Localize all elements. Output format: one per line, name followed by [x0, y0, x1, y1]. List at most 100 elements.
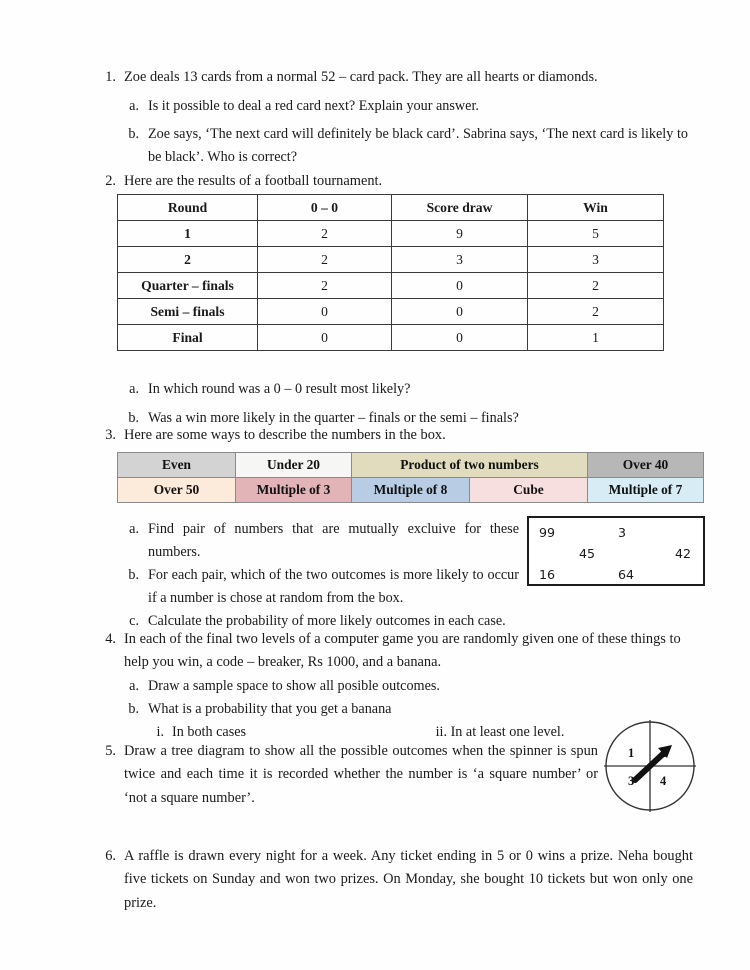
descriptor-cube: Cube	[469, 477, 588, 503]
cell-score-draw: 0	[391, 324, 528, 351]
question-3-stem-row: 3. Here are some ways to describe the nu…	[98, 424, 688, 447]
cell-zero-zero: 0	[257, 324, 392, 351]
question-1-stem-row: 1. Zoe deals 13 cards from a normal 52 –…	[98, 66, 688, 89]
column-header-score-draw: Score draw	[391, 194, 528, 221]
cell-round: 2	[117, 246, 258, 273]
question-6-number: 6.	[105, 848, 116, 864]
table-row: 2 2 3 3	[117, 246, 664, 273]
cell-win: 1	[527, 324, 664, 351]
cell-round: Final	[117, 324, 258, 351]
question-4-stem-row: 4. In each of the final two levels of a …	[98, 628, 698, 675]
cell-zero-zero: 2	[257, 220, 392, 247]
question-2-stem-row: 2. Here are the results of a football to…	[98, 170, 688, 193]
question-1-sub-b-text: Zoe says, ‘The next card will definitely…	[148, 126, 688, 166]
cell-score-draw: 3	[391, 246, 528, 273]
number-value: 45	[579, 546, 596, 561]
question-1-sub-a-label: a.	[129, 98, 139, 115]
question-1: 1. Zoe deals 13 cards from a normal 52 –…	[98, 66, 688, 169]
descriptor-over-50: Over 50	[117, 477, 236, 503]
column-header-zero-zero: 0 – 0	[257, 194, 392, 221]
number-value: 3	[618, 525, 627, 540]
question-3-stem: Here are some ways to describe the numbe…	[124, 427, 446, 443]
question-3-sub-a-text: Find pair of numbers that are mutually e…	[148, 521, 519, 560]
question-6-stem: A raffle is drawn every night for a week…	[124, 848, 693, 911]
question-3-number: 3.	[105, 427, 116, 443]
question-6: 6. A raffle is drawn every night for a w…	[98, 845, 693, 915]
cell-score-draw: 0	[391, 298, 528, 325]
question-4-sub-a-text: Draw a sample space to show all posible …	[148, 677, 440, 694]
spinner-icon	[604, 720, 696, 812]
spinner-segment-label: 1	[628, 746, 635, 760]
cell-zero-zero: 2	[257, 246, 392, 273]
question-2-sub-a-label: a.	[129, 381, 139, 397]
question-1-stem: Zoe deals 13 cards from a normal 52 – ca…	[124, 69, 598, 85]
number-value: 16	[539, 567, 556, 582]
cell-zero-zero: 2	[257, 272, 392, 299]
descriptor-even: Even	[117, 452, 236, 478]
cell-score-draw: 0	[391, 272, 528, 299]
table-row: Semi – finals 0 0 2	[117, 298, 664, 325]
cell-win: 2	[527, 298, 664, 325]
spinner-segment-label: 4	[660, 774, 667, 788]
question-2-sub-a: a. In which round was a 0 – 0 result mos…	[124, 378, 684, 401]
cell-win: 5	[527, 220, 664, 247]
column-header-round: Round	[117, 194, 258, 221]
question-2-sub-a-text: In which round was a 0 – 0 result most l…	[148, 381, 411, 397]
number-value: 99	[539, 525, 556, 540]
cell-round: Quarter – finals	[117, 272, 258, 299]
question-5-stem-row: 5. Draw a tree diagram to show all the p…	[98, 740, 598, 810]
question-4-number: 4.	[105, 631, 116, 647]
question-5-number: 5.	[105, 743, 116, 759]
question-5: 5. Draw a tree diagram to show all the p…	[98, 740, 598, 810]
cell-score-draw: 9	[391, 220, 528, 247]
descriptor-multiple-of-3: Multiple of 3	[235, 477, 352, 503]
question-2-stem: Here are the results of a football tourn…	[124, 173, 383, 189]
table-header-row: Round 0 – 0 Score draw Win	[117, 194, 664, 221]
spinner-segment-label: 2	[660, 746, 667, 760]
cell-round: Semi – finals	[117, 298, 258, 325]
question-1-sub-a: a. Is it possible to deal a red card nex…	[98, 95, 688, 118]
cell-win: 3	[527, 246, 664, 273]
number-value: 42	[675, 546, 692, 561]
question-1-number: 1.	[105, 69, 116, 85]
descriptor-product-of-two-numbers: Product of two numbers	[351, 452, 588, 478]
descriptor-under-20: Under 20	[235, 452, 352, 478]
question-1-sub-b-label: b.	[128, 126, 139, 143]
question-3-sub-a-label: a.	[129, 521, 139, 537]
descriptor-bottom-row: Over 50 Multiple of 3 Multiple of 8 Cube…	[117, 477, 704, 503]
question-1-sub-a-text: Is it possible to deal a red card next? …	[148, 98, 479, 115]
spinner-segment-label: 3	[628, 774, 635, 788]
question-2-subitems: a. In which round was a 0 – 0 result mos…	[124, 378, 684, 430]
worksheet-page: 1. Zoe deals 13 cards from a normal 52 –…	[0, 0, 750, 970]
cell-win: 2	[527, 272, 664, 299]
question-3-subitems: a. Find pair of numbers that are mutuall…	[124, 518, 519, 633]
cell-zero-zero: 0	[257, 298, 392, 325]
spinner-diagram: 1 2 3 4	[602, 718, 698, 814]
descriptor-grid: Even Under 20 Product of two numbers Ove…	[117, 452, 704, 503]
question-4-stem: In each of the final two levels of a com…	[124, 631, 681, 671]
column-header-win: Win	[527, 194, 664, 221]
table-row: Final 0 0 1	[117, 324, 664, 351]
descriptor-over-40: Over 40	[587, 452, 704, 478]
question-3: 3. Here are some ways to describe the nu…	[98, 424, 688, 447]
question-4-sub-a: a. Draw a sample space to show all posib…	[98, 675, 698, 698]
descriptor-multiple-of-7: Multiple of 7	[587, 477, 704, 503]
descriptor-top-row: Even Under 20 Product of two numbers Ove…	[117, 452, 704, 478]
question-2-number: 2.	[105, 173, 116, 189]
numbers-box: 99 3 45 42 16 64	[527, 516, 705, 586]
question-3-sub-b-text: For each pair, which of the two outcomes…	[148, 567, 519, 606]
number-value: 64	[618, 567, 635, 582]
question-1-sub-b: b. Zoe says, ‘The next card will definit…	[98, 123, 688, 169]
table-row: Quarter – finals 2 0 2	[117, 272, 664, 299]
question-5-stem: Draw a tree diagram to show all the poss…	[124, 743, 598, 806]
cell-round: 1	[117, 220, 258, 247]
question-3-sub-a: a. Find pair of numbers that are mutuall…	[124, 518, 519, 564]
question-2: 2. Here are the results of a football to…	[98, 170, 688, 193]
question-4-sub-b-label: b.	[128, 700, 139, 717]
question-3-sub-b: b. For each pair, which of the two outco…	[124, 564, 519, 610]
football-results-table: Round 0 – 0 Score draw Win 1 2 9 5 2 2 3…	[117, 194, 664, 351]
descriptor-multiple-of-8: Multiple of 8	[351, 477, 470, 503]
question-6-stem-row: 6. A raffle is drawn every night for a w…	[98, 845, 693, 915]
question-4-sub-a-label: a.	[129, 677, 139, 694]
table-row: 1 2 9 5	[117, 220, 664, 247]
